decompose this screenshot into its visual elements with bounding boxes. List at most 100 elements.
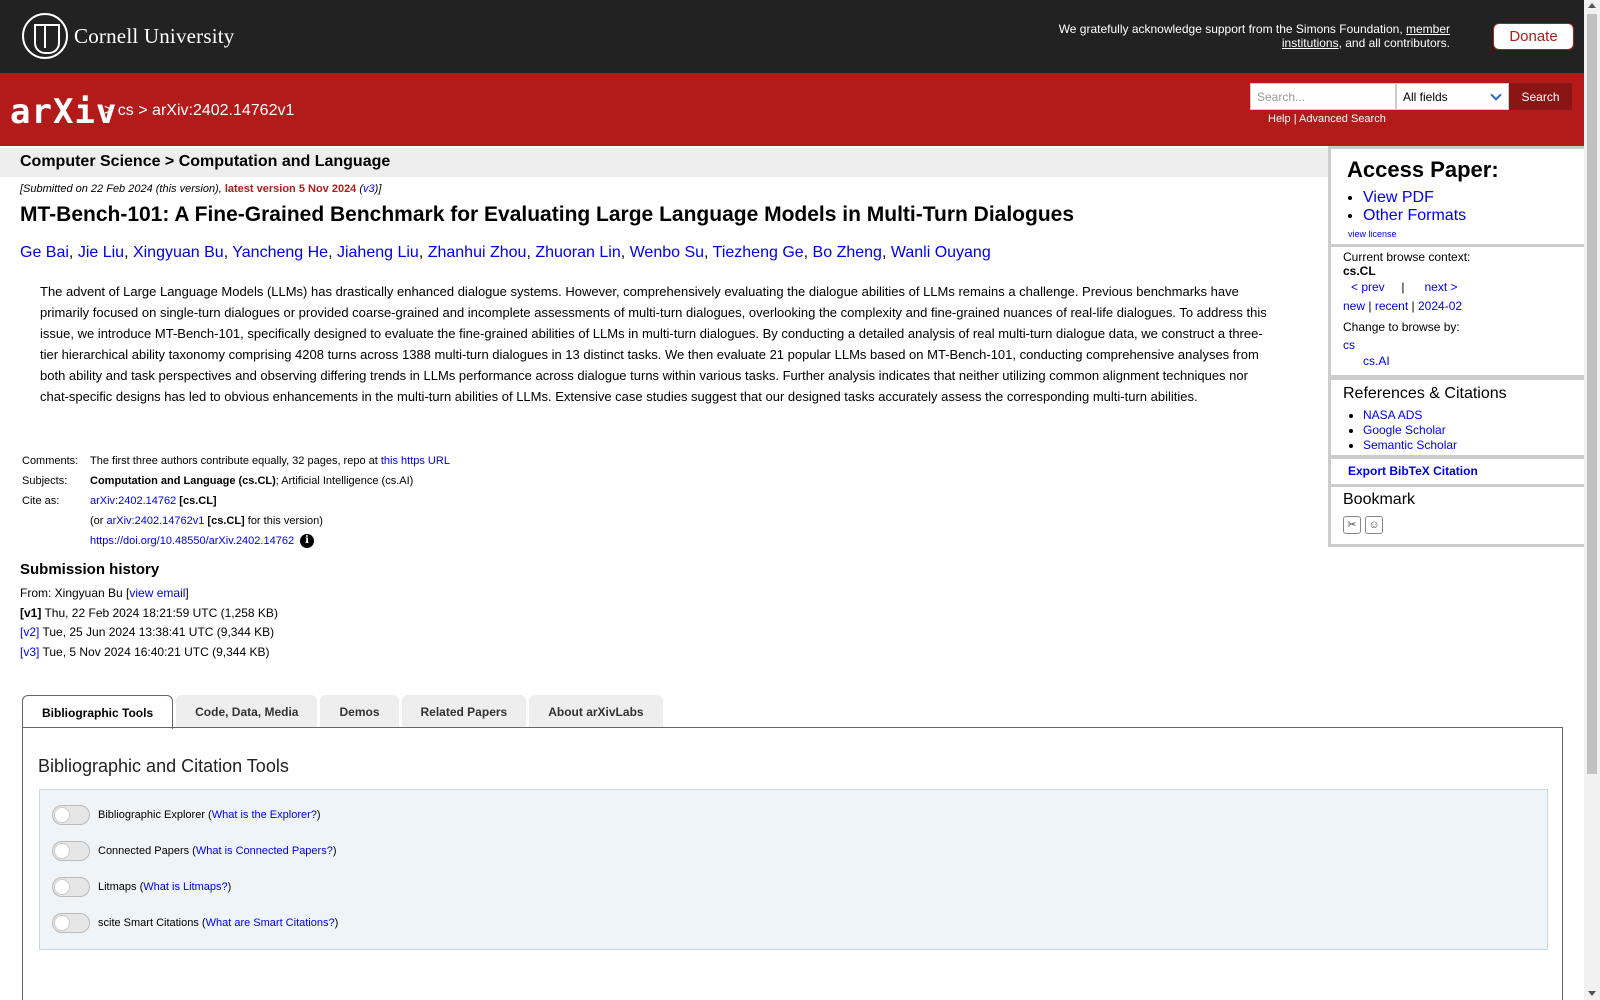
cite-version-value: (or arXiv:2402.14762v1 [cs.CL] for this …: [90, 515, 323, 527]
tab-demos[interactable]: Demos: [320, 695, 399, 728]
category-header: Computer Science > Computation and Langu…: [0, 148, 1328, 177]
donate-button[interactable]: Donate: [1493, 23, 1574, 50]
doi-link[interactable]: https://doi.org/10.48550/arXiv.2402.1476…: [90, 535, 294, 547]
cornell-seal-icon: [22, 13, 68, 59]
search-button[interactable]: Search: [1509, 83, 1572, 110]
toggle-switch[interactable]: [52, 841, 90, 861]
breadcrumb-paper-id: arXiv:2402.14762v1: [152, 102, 295, 119]
version-v3-link[interactable]: v3: [363, 183, 375, 195]
repo-url-link[interactable]: this https URL: [381, 455, 450, 467]
export-bibtex-link[interactable]: Export BibTeX Citation: [1348, 464, 1478, 478]
labs-tabs: Bibliographic Tools Code, Data, Media De…: [22, 695, 663, 729]
tool-info-link[interactable]: What are Smart Citations?: [206, 917, 335, 929]
cite-id-link[interactable]: arXiv:2402.14762: [90, 495, 176, 507]
author-link[interactable]: Zhuoran Lin: [535, 244, 620, 261]
new-link[interactable]: new: [1343, 299, 1365, 313]
breadcrumb-cs[interactable]: cs: [118, 102, 134, 119]
author-link[interactable]: Ge Bai: [20, 244, 69, 261]
cite-as-label: Cite as:: [22, 495, 60, 507]
scrollbar[interactable]: [1584, 0, 1600, 1000]
author-link[interactable]: Tiezheng Ge: [713, 244, 804, 261]
tool-bibliographic-explorer: Bibliographic Explorer (What is the Expl…: [52, 805, 321, 825]
change-browse-label: Change to browse by:: [1343, 320, 1460, 334]
access-paper-box: Access Paper: View PDF Other Formats vie…: [1331, 149, 1584, 244]
cornell-logo[interactable]: Cornell University: [22, 13, 235, 59]
author-link[interactable]: Wanli Ouyang: [891, 244, 991, 261]
author-link[interactable]: Xingyuan Bu: [133, 244, 224, 261]
tools-list: Bibliographic Explorer (What is the Expl…: [39, 789, 1548, 950]
author-list: Ge Bai, Jie Liu, Xingyuan Bu, Yancheng H…: [20, 244, 991, 261]
tab-code-data-media[interactable]: Code, Data, Media: [176, 695, 318, 728]
search-input[interactable]: Search...: [1250, 83, 1396, 110]
browse-context-box: Current browse context: cs.CL < prev | n…: [1331, 247, 1584, 375]
month-link[interactable]: 2024-02: [1418, 299, 1462, 313]
prev-link[interactable]: < prev: [1351, 280, 1385, 294]
scroll-up-icon[interactable]: [1588, 3, 1596, 8]
recent-link[interactable]: recent: [1375, 299, 1408, 313]
bibtex-box: Export BibTeX Citation: [1331, 459, 1584, 484]
paper-title: MT-Bench-101: A Fine-Grained Benchmark f…: [20, 203, 1075, 226]
author-link[interactable]: Yancheng He: [232, 244, 328, 261]
author-link[interactable]: Jie Liu: [78, 244, 124, 261]
tool-info-link[interactable]: What is Connected Papers?: [196, 845, 333, 857]
author-link[interactable]: Bo Zheng: [813, 244, 882, 261]
view-license-link[interactable]: view license: [1348, 229, 1397, 239]
toggle-switch[interactable]: [52, 805, 90, 825]
reddit-icon[interactable]: ☺: [1365, 516, 1383, 534]
toggle-switch[interactable]: [52, 877, 90, 897]
version-v3: [v3] Tue, 5 Nov 2024 16:40:21 UTC (9,344…: [20, 644, 270, 659]
tool-info-link[interactable]: What is Litmaps?: [143, 881, 227, 893]
references-heading: References & Citations: [1343, 385, 1507, 402]
info-icon[interactable]: i: [300, 534, 315, 549]
author-link[interactable]: Wenbo Su: [630, 244, 704, 261]
cite-version-link[interactable]: arXiv:2402.14762v1: [107, 515, 205, 527]
comments-label: Comments:: [22, 455, 79, 467]
tab-panel: Bibliographic and Citation Tools Bibliog…: [22, 727, 1563, 1000]
tool-info-link[interactable]: What is the Explorer?: [212, 809, 317, 821]
tab-related-papers[interactable]: Related Papers: [401, 695, 527, 728]
cornell-name: Cornell University: [74, 23, 235, 48]
view-email-link[interactable]: view email: [129, 586, 185, 600]
abstract: The advent of Large Language Models (LLM…: [40, 284, 1267, 404]
tool-scite: scite Smart Citations (What are Smart Ci…: [52, 913, 338, 933]
browse-cs-link[interactable]: cs: [1343, 338, 1355, 352]
submission-history-heading: Submission history: [20, 561, 160, 578]
paper-metadata: Comments: The first three authors contri…: [20, 451, 452, 551]
tab-bibliographic-tools[interactable]: Bibliographic Tools: [22, 695, 174, 729]
arxiv-logo[interactable]: arXiv: [10, 92, 117, 132]
tab-about-arxivlabs[interactable]: About arXivLabs: [529, 695, 663, 728]
search-field-select[interactable]: All fields: [1396, 83, 1509, 110]
author-link[interactable]: Jiaheng Liu: [337, 244, 419, 261]
other-formats-link[interactable]: Other Formats: [1363, 207, 1466, 224]
scroll-thumb[interactable]: [1587, 14, 1597, 774]
bibsonomy-icon[interactable]: ✂: [1343, 516, 1361, 534]
context-label: Current browse context:: [1343, 250, 1471, 264]
chevron-down-icon: [1490, 89, 1502, 101]
scroll-down-icon[interactable]: [1588, 991, 1596, 996]
submission-history: From: Xingyuan Bu [view email] [v1] Thu,…: [20, 584, 278, 662]
doi-row: https://doi.org/10.48550/arXiv.2402.1476…: [88, 531, 452, 551]
version-v2-link[interactable]: [v2]: [20, 625, 39, 639]
semantic-scholar-link[interactable]: Semantic Scholar: [1363, 438, 1457, 452]
browse-csai-link[interactable]: cs.AI: [1363, 354, 1390, 368]
help-link[interactable]: Help: [1268, 113, 1291, 125]
bookmark-box: Bookmark ✂ ☺: [1331, 487, 1584, 544]
subjects-label: Subjects:: [22, 475, 68, 487]
context-value: cs.CL: [1343, 264, 1376, 278]
google-scholar-link[interactable]: Google Scholar: [1363, 423, 1446, 437]
category-title: Computer Science > Computation and Langu…: [20, 153, 391, 170]
nasa-ads-link[interactable]: NASA ADS: [1363, 408, 1422, 422]
prev-next-row: < prev | next >: [1351, 280, 1458, 294]
view-pdf-link[interactable]: View PDF: [1363, 189, 1434, 206]
next-link[interactable]: next >: [1425, 280, 1458, 294]
references-box: References & Citations NASA ADS Google S…: [1331, 380, 1584, 455]
version-v2: [v2] Tue, 25 Jun 2024 13:38:41 UTC (9,34…: [20, 625, 275, 639]
submitter-line: From: Xingyuan Bu [view email]: [20, 586, 189, 600]
arxiv-header: arXiv > cs > arXiv:2402.14762v1 Search..…: [0, 73, 1584, 146]
version-v3-history-link[interactable]: [v3]: [20, 645, 39, 659]
submission-dateline: [Submitted on 22 Feb 2024 (this version)…: [20, 183, 382, 195]
advanced-search-link[interactable]: Advanced Search: [1299, 113, 1386, 125]
listing-links: new | recent | 2024-02: [1343, 299, 1463, 313]
toggle-switch[interactable]: [52, 913, 90, 933]
author-link[interactable]: Zhanhui Zhou: [428, 244, 527, 261]
